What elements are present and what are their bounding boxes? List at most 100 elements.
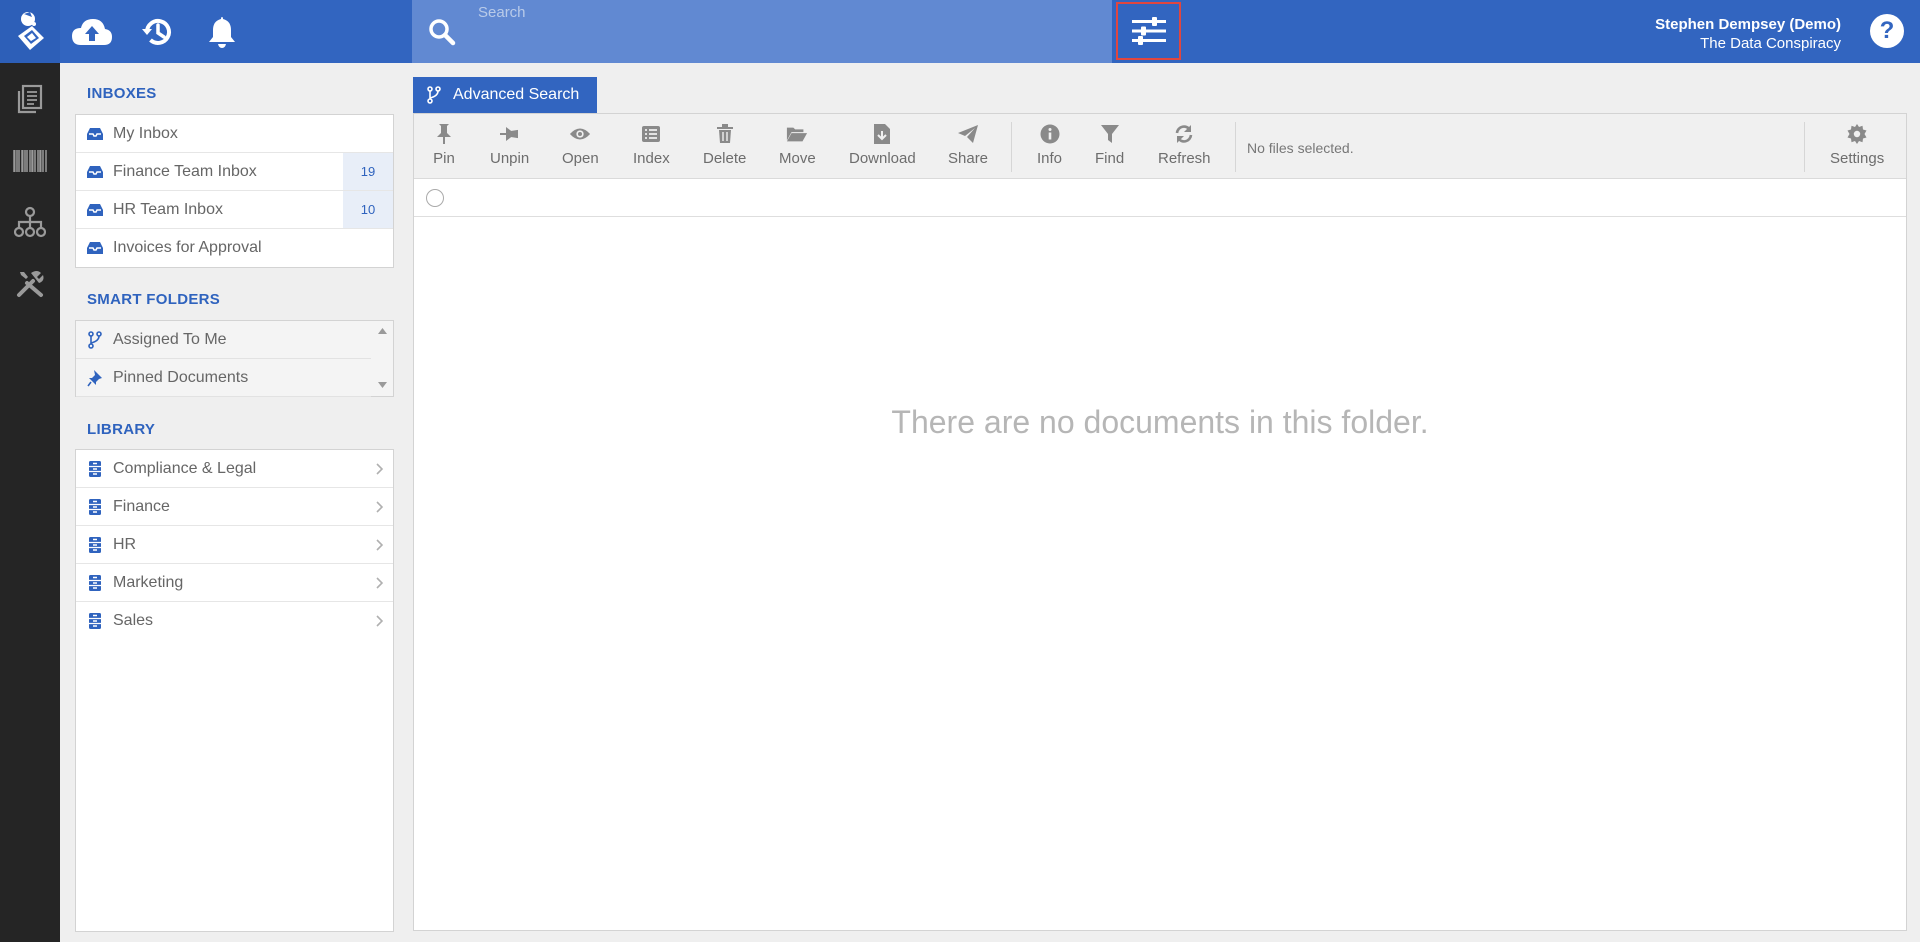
smart-folders-list: Assigned To Me Pinned Documents	[75, 320, 394, 397]
history-button[interactable]	[136, 10, 180, 54]
chevron-right-icon	[376, 463, 384, 475]
inbox-count-badge: 19	[343, 153, 393, 190]
logo-icon	[18, 11, 44, 50]
unpin-button[interactable]: Unpin	[490, 123, 529, 167]
library-label: Compliance & Legal	[113, 459, 257, 477]
inbox-icon	[86, 163, 104, 181]
library-item-finance[interactable]: Finance	[76, 488, 393, 526]
rail-barcode[interactable]	[10, 141, 50, 181]
inbox-item-finance-team[interactable]: Finance Team Inbox 19	[76, 153, 393, 191]
cabinet-icon	[86, 574, 104, 592]
toolbar-divider	[1804, 122, 1805, 172]
scroll-down-icon[interactable]	[378, 382, 387, 388]
inbox-item-my-inbox[interactable]: My Inbox	[76, 115, 393, 153]
library-item-sales[interactable]: Sales	[76, 602, 393, 640]
select-all-checkbox[interactable]	[426, 189, 444, 207]
pin-button[interactable]: Pin	[433, 123, 455, 167]
chevron-right-icon	[376, 539, 384, 551]
share-button[interactable]: Share	[948, 123, 988, 167]
smart-folders-heading: SMART FOLDERS	[87, 291, 221, 308]
open-label: Open	[562, 150, 599, 167]
smart-folder-assigned-to-me[interactable]: Assigned To Me	[76, 321, 371, 359]
library-item-marketing[interactable]: Marketing	[76, 564, 393, 602]
pin-icon	[86, 369, 104, 387]
move-button[interactable]: Move	[779, 123, 816, 167]
gear-icon	[1846, 123, 1868, 145]
branch-icon	[425, 86, 443, 104]
library-item-hr[interactable]: HR	[76, 526, 393, 564]
document-panel: Pin Unpin Open Index Delete Move Downloa…	[413, 113, 1907, 931]
settings-label: Settings	[1830, 150, 1885, 167]
upload-button[interactable]	[70, 10, 114, 54]
inbox-item-invoices-for-approval[interactable]: Invoices for Approval	[76, 229, 393, 267]
inbox-icon	[86, 125, 104, 143]
inbox-icon	[86, 201, 104, 219]
select-all-row	[414, 179, 1906, 217]
search-bar	[412, 0, 1112, 63]
advanced-filter-button[interactable]	[1116, 2, 1181, 60]
cabinet-icon	[86, 536, 104, 554]
tab-label: Advanced Search	[453, 86, 580, 103]
smart-folders-scrollbar[interactable]	[371, 321, 393, 395]
unpin-icon	[499, 123, 521, 145]
sidebar: INBOXES My Inbox Finance Team Inbox 19 H…	[60, 63, 396, 942]
search-icon[interactable]	[426, 16, 458, 48]
refresh-icon	[1173, 123, 1195, 145]
list-icon	[640, 123, 662, 145]
toolbar-divider	[1011, 122, 1012, 172]
unpin-label: Unpin	[490, 150, 530, 167]
chevron-right-icon	[376, 577, 384, 589]
notifications-button[interactable]	[200, 10, 244, 54]
find-button[interactable]: Find	[1095, 123, 1124, 167]
app: Stephen Dempsey (Demo) The Data Conspira…	[0, 0, 1920, 942]
search-input[interactable]	[478, 0, 1098, 24]
cloud-upload-icon	[72, 19, 112, 45]
sliders-icon	[1131, 17, 1166, 45]
left-rail	[0, 63, 60, 942]
settings-button[interactable]: Settings	[1830, 123, 1884, 167]
inbox-label: Finance Team Inbox	[113, 162, 257, 180]
download-label: Download	[849, 150, 916, 167]
find-label: Find	[1095, 150, 1125, 167]
help-button[interactable]: ?	[1870, 14, 1904, 48]
inbox-label: Invoices for Approval	[113, 239, 262, 256]
rail-tools[interactable]	[10, 264, 50, 304]
chevron-right-icon	[376, 615, 384, 627]
empty-state-message: There are no documents in this folder.	[891, 404, 1429, 440]
library-item-compliance-legal[interactable]: Compliance & Legal	[76, 450, 393, 488]
download-button[interactable]: Download	[849, 123, 916, 167]
refresh-label: Refresh	[1158, 150, 1211, 167]
logo[interactable]	[0, 0, 60, 63]
chevron-right-icon	[376, 501, 384, 513]
info-button[interactable]: Info	[1037, 123, 1062, 167]
rail-documents[interactable]	[10, 79, 50, 119]
smart-folder-label: Pinned Documents	[113, 368, 249, 386]
index-button[interactable]: Index	[633, 123, 670, 167]
tab-advanced-search[interactable]: Advanced Search	[413, 77, 597, 113]
refresh-button[interactable]: Refresh	[1158, 123, 1211, 167]
barcode-icon	[13, 150, 47, 172]
documents-icon	[17, 84, 43, 114]
inboxes-list: My Inbox Finance Team Inbox 19 HR Team I…	[75, 114, 394, 268]
cabinet-icon	[86, 498, 104, 516]
inbox-icon	[86, 239, 104, 257]
org-chart-icon	[14, 206, 46, 238]
scroll-up-icon[interactable]	[378, 328, 387, 334]
library-label: HR	[113, 535, 137, 553]
inbox-label: HR Team Inbox	[113, 200, 223, 218]
index-label: Index	[633, 150, 670, 167]
folder-open-icon	[786, 123, 808, 145]
help-icon: ?	[1879, 17, 1895, 44]
open-button[interactable]: Open	[562, 123, 599, 167]
rail-workflow[interactable]	[10, 202, 50, 242]
user-organization: The Data Conspiracy	[1700, 35, 1841, 52]
move-label: Move	[779, 150, 816, 167]
paper-plane-icon	[957, 123, 979, 145]
inbox-item-hr-team[interactable]: HR Team Inbox 10	[76, 191, 393, 229]
smart-folder-pinned-documents[interactable]: Pinned Documents	[76, 359, 371, 397]
branch-icon	[86, 330, 104, 349]
delete-button[interactable]: Delete	[703, 123, 746, 167]
bell-icon	[209, 17, 235, 48]
user-menu[interactable]: Stephen Dempsey (Demo) The Data Conspira…	[1655, 15, 1841, 53]
library-label: Marketing	[113, 573, 184, 591]
